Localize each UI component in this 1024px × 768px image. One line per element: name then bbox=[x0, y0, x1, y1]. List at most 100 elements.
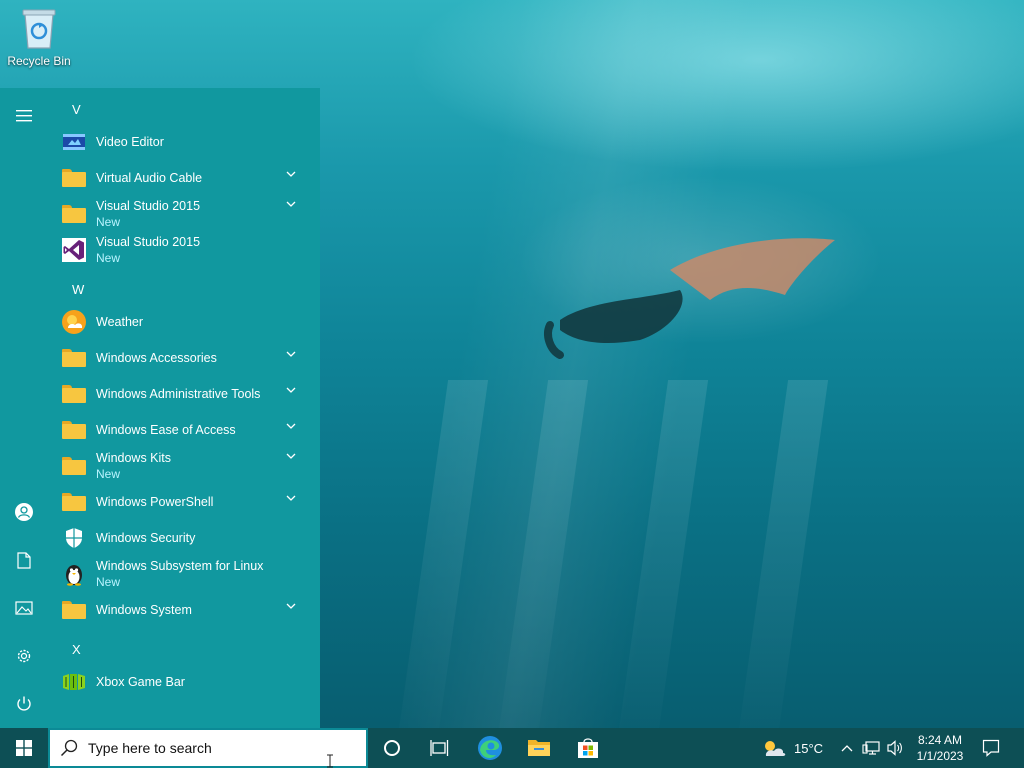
text-cursor-icon bbox=[327, 754, 333, 768]
task-view-button[interactable] bbox=[416, 728, 464, 768]
app-folder-windows-administrative-tools[interactable]: Windows Administrative Tools bbox=[60, 376, 310, 412]
app-name: Virtual Audio Cable bbox=[96, 171, 203, 185]
expand-menu-button[interactable] bbox=[0, 94, 48, 138]
app-folder-windows-kits[interactable]: Windows Kits New bbox=[60, 448, 310, 484]
clock-button[interactable]: 8:24 AM 1/1/2023 bbox=[910, 728, 970, 768]
folder-icon bbox=[60, 452, 88, 480]
new-badge: New bbox=[96, 215, 121, 229]
chevron-down-icon bbox=[286, 453, 296, 459]
microsoft-store-icon bbox=[578, 738, 598, 758]
edge-button[interactable] bbox=[466, 728, 514, 768]
app-folder-visual-studio-2015[interactable]: Visual Studio 2015 New bbox=[60, 196, 310, 232]
folder-icon bbox=[60, 164, 88, 192]
app-name: Visual Studio 2015 bbox=[96, 199, 201, 213]
folder-icon bbox=[60, 416, 88, 444]
volume-icon bbox=[887, 740, 902, 756]
xbox-game-bar-icon bbox=[60, 668, 88, 696]
app-visual-studio-2015[interactable]: Visual Studio 2015 New bbox=[60, 232, 310, 268]
pictures-button[interactable] bbox=[0, 586, 48, 630]
network-icon bbox=[862, 741, 880, 755]
hamburger-menu-icon bbox=[16, 110, 32, 122]
app-folder-windows-ease-of-access[interactable]: Windows Ease of Access bbox=[60, 412, 310, 448]
cortana-button[interactable] bbox=[368, 728, 416, 768]
start-button[interactable] bbox=[0, 728, 48, 768]
app-folder-windows-powershell[interactable]: Windows PowerShell bbox=[60, 484, 310, 520]
windows-logo-icon bbox=[16, 740, 32, 756]
group-letter-w[interactable]: W bbox=[72, 282, 84, 297]
diver-image bbox=[544, 238, 835, 359]
taskbar: Type here to search 15°C 8:24 AM 1/1/202… bbox=[0, 728, 1024, 768]
app-name: Windows Subsystem for Linux bbox=[96, 559, 264, 573]
app-name: Windows Security bbox=[96, 531, 196, 545]
folder-icon bbox=[60, 380, 88, 408]
cortana-icon bbox=[384, 740, 400, 756]
linux-penguin-icon bbox=[60, 560, 88, 588]
notification-icon bbox=[982, 739, 1000, 757]
task-view-icon bbox=[430, 740, 449, 756]
weather-widget-button[interactable] bbox=[756, 728, 792, 768]
search-box[interactable]: Type here to search bbox=[48, 728, 368, 768]
new-badge: New bbox=[96, 467, 121, 481]
app-xbox-game-bar[interactable]: Xbox Game Bar bbox=[60, 664, 310, 700]
chevron-down-icon bbox=[286, 495, 296, 501]
shield-icon bbox=[60, 524, 88, 552]
weather-icon bbox=[60, 308, 88, 336]
visual-studio-icon bbox=[60, 236, 88, 264]
chevron-down-icon bbox=[286, 351, 296, 357]
recycle-bin-shortcut[interactable]: Recycle Bin bbox=[4, 6, 74, 76]
search-placeholder: Type here to search bbox=[88, 740, 212, 756]
file-explorer-icon bbox=[528, 740, 550, 756]
clock-date: 1/1/2023 bbox=[916, 749, 964, 763]
edge-icon bbox=[478, 736, 502, 760]
app-name: Windows System bbox=[96, 603, 192, 617]
new-badge: New bbox=[96, 575, 121, 589]
app-name: Windows PowerShell bbox=[96, 495, 214, 509]
power-icon bbox=[17, 696, 31, 711]
new-badge: New bbox=[96, 251, 121, 265]
chevron-down-icon bbox=[286, 201, 296, 207]
app-weather[interactable]: Weather bbox=[60, 304, 310, 340]
folder-icon bbox=[60, 200, 88, 228]
start-menu: V Video Editor Virtual Audio Cable Visua… bbox=[0, 88, 320, 728]
settings-gear-icon bbox=[17, 649, 31, 663]
app-folder-windows-system[interactable]: Windows System bbox=[60, 592, 310, 628]
settings-button[interactable] bbox=[0, 634, 48, 678]
action-center-button[interactable] bbox=[970, 728, 1012, 768]
app-folder-windows-accessories[interactable]: Windows Accessories bbox=[60, 340, 310, 376]
app-windows-security[interactable]: Windows Security bbox=[60, 520, 310, 556]
app-name: Xbox Game Bar bbox=[96, 675, 185, 689]
group-letter-x[interactable]: X bbox=[72, 642, 81, 657]
microsoft-store-button[interactable] bbox=[564, 728, 612, 768]
pictures-icon bbox=[15, 601, 33, 615]
user-account-icon bbox=[15, 503, 33, 521]
app-name: Weather bbox=[96, 315, 144, 329]
user-account-button[interactable] bbox=[0, 490, 48, 534]
start-menu-rail bbox=[0, 88, 48, 728]
network-button[interactable] bbox=[860, 728, 882, 768]
clock-time: 8:24 AM bbox=[917, 733, 963, 747]
app-windows-subsystem-for-linux[interactable]: Windows Subsystem for Linux New bbox=[60, 556, 310, 592]
app-name: Visual Studio 2015 bbox=[96, 235, 201, 249]
show-hidden-icons-button[interactable] bbox=[838, 728, 856, 768]
chevron-up-icon bbox=[841, 745, 853, 752]
chevron-down-icon bbox=[286, 603, 296, 609]
search-icon bbox=[60, 739, 78, 757]
group-letter-v[interactable]: V bbox=[72, 102, 81, 117]
partly-cloudy-icon bbox=[765, 741, 786, 756]
volume-button[interactable] bbox=[884, 728, 906, 768]
folder-icon bbox=[60, 344, 88, 372]
weather-temperature[interactable]: 15°C bbox=[794, 741, 823, 756]
app-name: Windows Administrative Tools bbox=[96, 387, 261, 401]
recycle-bin-icon bbox=[22, 9, 56, 49]
video-editor-icon bbox=[60, 128, 88, 156]
chevron-down-icon bbox=[286, 387, 296, 393]
documents-button[interactable] bbox=[0, 538, 48, 582]
power-button[interactable] bbox=[0, 682, 48, 726]
chevron-down-icon bbox=[286, 171, 296, 177]
app-name: Windows Kits bbox=[96, 451, 172, 465]
app-name: Windows Ease of Access bbox=[96, 423, 236, 437]
folder-icon bbox=[60, 596, 88, 624]
app-video-editor[interactable]: Video Editor bbox=[60, 124, 310, 160]
app-folder-virtual-audio-cable[interactable]: Virtual Audio Cable bbox=[60, 160, 310, 196]
file-explorer-button[interactable] bbox=[515, 728, 563, 768]
